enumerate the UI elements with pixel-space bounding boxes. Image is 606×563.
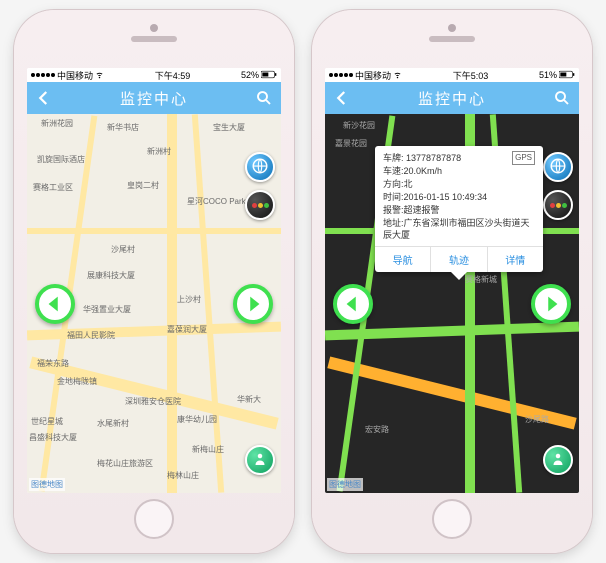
track-action-button[interactable]: 轨迹	[430, 247, 486, 272]
poi-label: 赛格工业区	[33, 182, 73, 193]
signal-dots-icon	[31, 73, 55, 77]
globe-icon	[549, 157, 567, 178]
status-bar: 中国移动 下午5:03 51%	[325, 68, 579, 82]
poi-label: 展康科技大厦	[87, 270, 135, 281]
traffic-light-icon	[550, 203, 567, 208]
locate-me-button[interactable]	[543, 445, 573, 475]
screen-right: 中国移动 下午5:03 51% 监控中心 新	[325, 68, 579, 493]
carrier-label: 中国移动	[355, 69, 391, 82]
home-button[interactable]	[432, 499, 472, 539]
poi-label: 华强置业大厦	[83, 304, 131, 315]
poi-label: 宏安路	[365, 424, 389, 435]
globe-icon	[251, 157, 269, 178]
time-value: 2016-01-15 10:49:34	[404, 192, 488, 202]
poi-label: 赛格新城	[465, 274, 497, 285]
poi-label: 福田人民影院	[67, 330, 115, 341]
traffic-light-icon	[252, 203, 269, 208]
map-type-button[interactable]	[543, 152, 573, 182]
poi-label: 新沙花园	[343, 120, 375, 131]
poi-label: 皇岗二村	[127, 180, 159, 191]
detail-action-button[interactable]: 详情	[487, 247, 543, 272]
nav-bar: 监控中心	[325, 82, 579, 114]
direction-label: 方向:	[383, 179, 404, 189]
clock-label: 下午5:03	[402, 69, 539, 82]
clock-label: 下午4:59	[104, 69, 241, 82]
home-button[interactable]	[134, 499, 174, 539]
battery-percent-label: 51%	[539, 70, 557, 80]
map-attribution: 图德地图	[327, 478, 363, 491]
direction-value: 北	[404, 179, 413, 189]
poi-label: 福荣东路	[37, 358, 69, 369]
speed-label: 车速:	[383, 166, 404, 176]
next-vehicle-button[interactable]	[531, 284, 571, 324]
map-canvas[interactable]: 新沙花园 嘉景花园 赛格新城 宏安路 沙尾路 车牌: 13778787878 G…	[325, 114, 579, 493]
poi-label: 沙尾村	[111, 244, 135, 255]
prev-vehicle-button[interactable]	[35, 284, 75, 324]
address-value: 广东省深圳市福田区沙头街道天辰大厦	[383, 218, 530, 240]
time-label: 时间:	[383, 192, 404, 202]
traffic-light-button[interactable]	[543, 190, 573, 220]
poi-label: 新华书店	[107, 122, 139, 133]
poi-label: 星河COCO Park	[187, 196, 246, 207]
poi-label: 新梅山庄	[192, 444, 224, 455]
person-location-icon	[549, 450, 567, 471]
poi-label: 水尾新村	[97, 418, 129, 429]
back-button[interactable]	[33, 87, 55, 109]
phone-left-frame: 中国移动 下午4:59 52% 监控中心 新	[14, 10, 294, 553]
phone-right-frame: 中国移动 下午5:03 51% 监控中心 新	[312, 10, 592, 553]
next-vehicle-button[interactable]	[233, 284, 273, 324]
back-button[interactable]	[331, 87, 353, 109]
alarm-label: 报警:	[383, 205, 404, 215]
wifi-icon	[95, 70, 104, 81]
speed-value: 20.0Km/h	[404, 166, 443, 176]
poi-label: 康华幼儿园	[177, 414, 217, 425]
poi-label: 梅花山庄旅游区	[97, 458, 153, 469]
plate-label: 车牌:	[383, 153, 404, 163]
locate-me-button[interactable]	[245, 445, 275, 475]
poi-label: 宝生大厦	[213, 122, 245, 133]
poi-label: 新洲村	[147, 146, 171, 157]
poi-label: 嘉葆润大厦	[167, 324, 207, 335]
search-button[interactable]	[253, 87, 275, 109]
battery-icon	[559, 70, 575, 81]
search-button[interactable]	[551, 87, 573, 109]
screen-left: 中国移动 下午4:59 52% 监控中心 新	[27, 68, 281, 493]
prev-vehicle-button[interactable]	[333, 284, 373, 324]
plate-value: 13778787878	[406, 153, 461, 163]
map-attribution: 图德地图	[29, 478, 65, 491]
traffic-light-button[interactable]	[245, 190, 275, 220]
wifi-icon	[393, 70, 402, 81]
map-canvas[interactable]: 新洲花园 新华书店 宝生大厦 凯旋国际酒店 新洲村 赛格工业区 皇岗二村 星河C…	[27, 114, 281, 493]
vehicle-info-callout: 车牌: 13778787878 GPS 车速:20.0Km/h 方向:北 时间:…	[375, 146, 543, 272]
poi-label: 凯旋国际酒店	[37, 154, 85, 165]
gps-badge: GPS	[512, 151, 535, 165]
poi-label: 世纪星城	[31, 416, 63, 427]
poi-label: 深圳雅安仓医院	[125, 396, 181, 407]
nav-bar: 监控中心	[27, 82, 281, 114]
poi-label: 嘉景花园	[335, 138, 367, 149]
poi-label: 华新大	[237, 394, 261, 405]
page-title: 监控中心	[418, 88, 486, 109]
poi-label: 上沙村	[177, 294, 201, 305]
nav-action-button[interactable]: 导航	[375, 247, 430, 272]
address-label: 地址:	[383, 218, 404, 228]
alarm-value: 超速报警	[404, 205, 440, 215]
poi-label: 昌盛科技大厦	[29, 432, 77, 443]
poi-label: 金地梅陇镇	[57, 376, 97, 387]
map-type-button[interactable]	[245, 152, 275, 182]
poi-label: 新洲花园	[41, 118, 73, 129]
person-location-icon	[251, 450, 269, 471]
signal-dots-icon	[329, 73, 353, 77]
status-bar: 中国移动 下午4:59 52%	[27, 68, 281, 82]
page-title: 监控中心	[120, 88, 188, 109]
carrier-label: 中国移动	[57, 69, 93, 82]
battery-icon	[261, 70, 277, 81]
battery-percent-label: 52%	[241, 70, 259, 80]
poi-label: 沙尾路	[525, 414, 549, 425]
poi-label: 梅林山庄	[167, 470, 199, 481]
